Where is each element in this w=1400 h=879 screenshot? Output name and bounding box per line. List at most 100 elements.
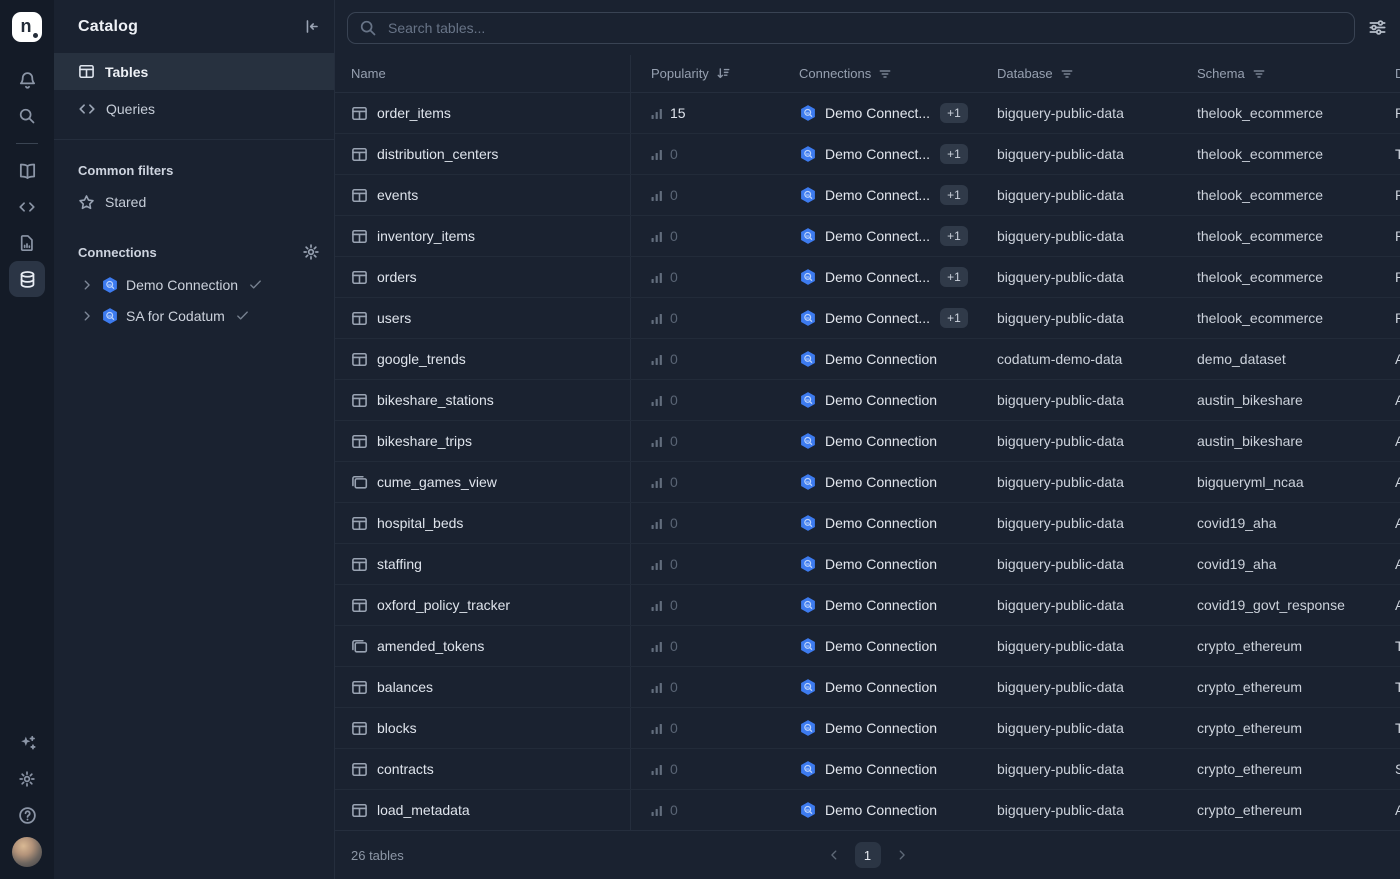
table-name: balances xyxy=(377,679,433,695)
sidebar-item-queries[interactable]: Queries xyxy=(54,90,334,127)
extra-connections-badge[interactable]: +1 xyxy=(940,226,968,246)
description-cell: A xyxy=(1375,790,1400,830)
sidebar-item-stared[interactable]: Stared xyxy=(54,184,334,220)
table-row[interactable]: google_trends 0 Demo Connection codatum-… xyxy=(335,339,1400,380)
table-row[interactable]: bikeshare_trips 0 Demo Connection bigque… xyxy=(335,421,1400,462)
description-cell: P xyxy=(1375,216,1400,256)
code-icon[interactable] xyxy=(9,189,45,225)
table-row[interactable]: contracts 0 Demo Connection bigquery-pub… xyxy=(335,749,1400,790)
pagination: 1 xyxy=(827,842,909,868)
database-cell: bigquery-public-data xyxy=(977,298,1177,338)
sidebar-item-label: Stared xyxy=(105,194,146,210)
code-icon xyxy=(78,100,96,118)
table-row[interactable]: oxford_policy_tracker 0 Demo Connection … xyxy=(335,585,1400,626)
prev-page-icon[interactable] xyxy=(827,848,841,862)
extra-connections-badge[interactable]: +1 xyxy=(940,185,968,205)
table-header-row: Name PopularityConnections Database SchemaD xyxy=(335,55,1400,93)
book-open-icon[interactable] xyxy=(9,153,45,189)
table-name: orders xyxy=(377,269,417,285)
connections-cell: Demo Connection xyxy=(779,708,977,748)
table-row[interactable]: cume_games_view 0 Demo Connection bigque… xyxy=(335,462,1400,503)
table-row[interactable]: load_metadata 0 Demo Connection bigquery… xyxy=(335,790,1400,830)
popularity-value: 0 xyxy=(670,269,678,285)
filter-icon[interactable] xyxy=(1060,67,1074,81)
user-avatar[interactable] xyxy=(12,837,42,867)
bigquery-hexagon-icon xyxy=(799,678,817,696)
popularity-value: 0 xyxy=(670,392,678,408)
popularity-cell: 0 xyxy=(631,257,779,297)
popularity-value: 0 xyxy=(670,802,678,818)
database-cell: bigquery-public-data xyxy=(977,93,1177,133)
table-name: staffing xyxy=(377,556,422,572)
popularity-cell: 15 xyxy=(631,93,779,133)
gear-icon[interactable] xyxy=(9,761,45,797)
column-header-database[interactable]: Database xyxy=(977,55,1177,92)
table-icon xyxy=(351,351,368,368)
description-cell: P xyxy=(1375,93,1400,133)
column-header-d[interactable]: D xyxy=(1375,55,1400,92)
schema-cell: thelook_ecommerce xyxy=(1177,93,1375,133)
sparkles-icon[interactable] xyxy=(9,725,45,761)
column-header-popularity[interactable]: Popularity xyxy=(631,55,779,92)
connections-tree: Demo ConnectionSA for Codatum xyxy=(54,269,334,331)
description-cell: P xyxy=(1375,298,1400,338)
search-input[interactable] xyxy=(386,19,1343,37)
table-row[interactable]: blocks 0 Demo Connection bigquery-public… xyxy=(335,708,1400,749)
popularity-cell: 0 xyxy=(631,462,779,502)
table-row[interactable]: events 0 Demo Connect... +1 bigquery-pub… xyxy=(335,175,1400,216)
sort-desc-icon[interactable] xyxy=(716,66,731,81)
connection-tree-item[interactable]: SA for Codatum xyxy=(54,300,334,331)
extra-connections-badge[interactable]: +1 xyxy=(940,267,968,287)
file-chart-icon[interactable] xyxy=(9,225,45,261)
sidebar-item-tables[interactable]: Tables xyxy=(54,53,334,90)
table-row[interactable]: orders 0 Demo Connect... +1 bigquery-pub… xyxy=(335,257,1400,298)
popularity-cell: 0 xyxy=(631,298,779,338)
page-number-button[interactable]: 1 xyxy=(855,842,881,868)
table-row[interactable]: users 0 Demo Connect... +1 bigquery-publ… xyxy=(335,298,1400,339)
table-row[interactable]: inventory_items 0 Demo Connect... +1 big… xyxy=(335,216,1400,257)
extra-connections-badge[interactable]: +1 xyxy=(940,308,968,328)
popularity-cell: 0 xyxy=(631,790,779,830)
bar-chart-icon xyxy=(651,557,664,571)
connection-name: Demo Connection xyxy=(825,638,937,654)
filter-icon[interactable] xyxy=(878,67,892,81)
connection-tree-item[interactable]: Demo Connection xyxy=(54,269,334,300)
chevron-right-icon[interactable] xyxy=(80,309,94,323)
database-icon[interactable] xyxy=(9,261,45,297)
popularity-value: 0 xyxy=(670,515,678,531)
table-row[interactable]: bikeshare_stations 0 Demo Connection big… xyxy=(335,380,1400,421)
bar-chart-icon xyxy=(651,475,664,489)
column-header-name[interactable]: Name xyxy=(335,55,631,92)
table-row[interactable]: order_items 15 Demo Connect... +1 bigque… xyxy=(335,93,1400,134)
filter-icon[interactable] xyxy=(1252,67,1266,81)
extra-connections-badge[interactable]: +1 xyxy=(940,144,968,164)
table-row[interactable]: balances 0 Demo Connection bigquery-publ… xyxy=(335,667,1400,708)
table-row[interactable]: amended_tokens 0 Demo Connection bigquer… xyxy=(335,626,1400,667)
popularity-cell: 0 xyxy=(631,626,779,666)
extra-connections-badge[interactable]: +1 xyxy=(940,103,968,123)
bell-icon[interactable] xyxy=(9,62,45,98)
column-header-schema[interactable]: Schema xyxy=(1177,55,1375,92)
connection-name: Demo Connection xyxy=(825,556,937,572)
column-label: Database xyxy=(997,66,1053,81)
sidebar-header: Catalog xyxy=(54,0,334,53)
table-row[interactable]: distribution_centers 0 Demo Connect... +… xyxy=(335,134,1400,175)
filter-settings-icon[interactable] xyxy=(1368,18,1387,37)
search-icon[interactable] xyxy=(9,98,45,134)
connection-name: Demo Connection xyxy=(825,761,937,777)
star-icon xyxy=(78,194,95,211)
column-header-connections[interactable]: Connections xyxy=(779,55,977,92)
table-icon xyxy=(351,761,368,778)
help-icon[interactable] xyxy=(9,797,45,833)
table-row[interactable]: staffing 0 Demo Connection bigquery-publ… xyxy=(335,544,1400,585)
chevron-right-icon[interactable] xyxy=(80,278,94,292)
app-logo[interactable]: n xyxy=(12,12,42,42)
connections-settings-gear-icon[interactable] xyxy=(302,243,320,261)
table-name: inventory_items xyxy=(377,228,475,244)
next-page-icon[interactable] xyxy=(895,848,909,862)
table-count: 26 tables xyxy=(351,848,404,863)
column-label: Name xyxy=(351,66,386,81)
table-row[interactable]: hospital_beds 0 Demo Connection bigquery… xyxy=(335,503,1400,544)
schema-cell: covid19_aha xyxy=(1177,544,1375,584)
collapse-sidebar-icon[interactable] xyxy=(303,18,320,35)
